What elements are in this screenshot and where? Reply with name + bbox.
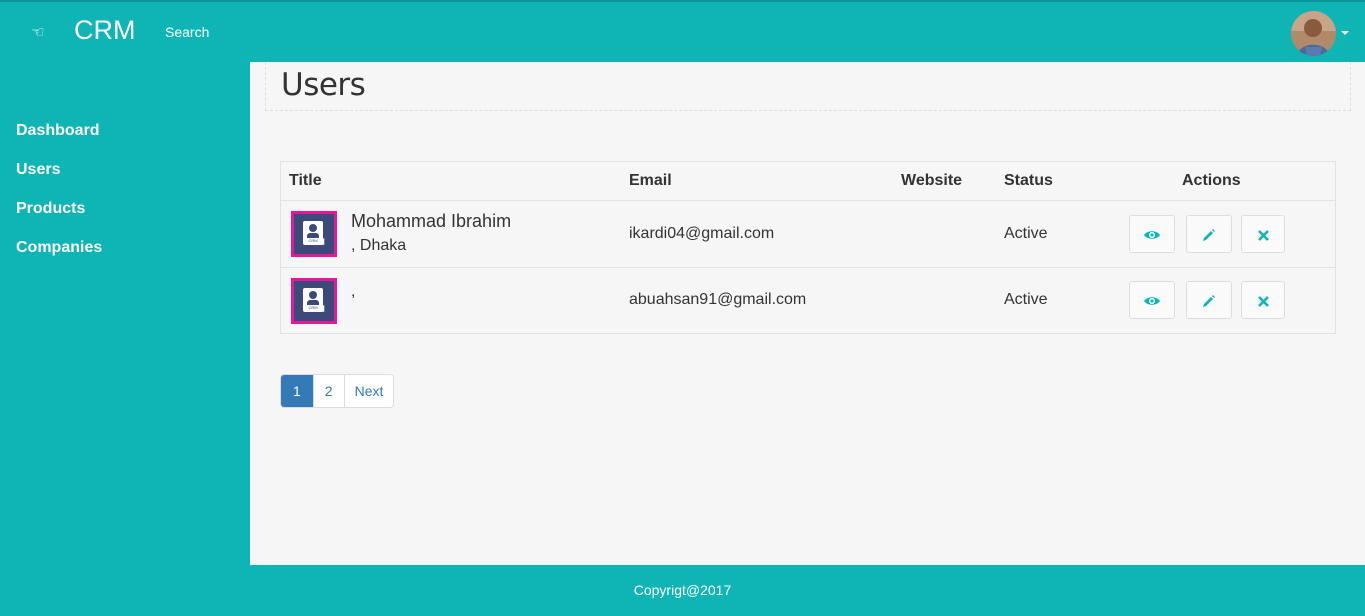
page-2-button[interactable]: 2 [312,375,344,407]
users-table: Title Email Website Status Actions CRM M… [280,161,1336,334]
page-header: Users [265,62,1351,111]
eye-icon [1144,292,1160,308]
next-page-button[interactable]: Next [343,375,394,407]
sidebar: Dashboard Users Products Companies [0,62,250,565]
column-header-status: Status [1004,172,1053,189]
user-menu[interactable] [1291,10,1349,56]
edit-button[interactable] [1186,215,1232,253]
sidebar-item-companies[interactable]: Companies [0,238,250,277]
user-name: Mohammad Ibrahim [351,211,512,231]
sidebar-item-dashboard[interactable]: Dashboard [0,121,250,160]
avatar[interactable] [1291,10,1336,56]
brand-logo[interactable]: CRM [74,15,136,46]
chevron-down-icon[interactable] [1341,31,1349,35]
pagination: 1 2 Next [280,374,395,408]
table-header-row: Title Email Website Status Actions [281,162,1335,201]
copyright-text: Copyrigt@2017 [633,582,732,598]
eye-icon [1144,226,1160,242]
close-icon [1257,292,1269,308]
user-thumbnail: CRM [291,278,337,324]
page-1-button[interactable]: 1 [281,375,313,407]
status-badge: Active [1004,225,1048,242]
delete-button[interactable] [1241,281,1285,319]
table-row: CRM Mohammad Ibrahim , Dhaka ikardi04@gm… [281,201,1335,268]
close-icon [1257,226,1269,242]
top-navbar: ☜ CRM Search [0,0,1365,62]
user-email: ikardi04@gmail.com [629,225,775,242]
column-header-title: Title [289,172,322,189]
table-row: CRM , abuahsan91@gmail.com Active [281,268,1335,334]
delete-button[interactable] [1241,215,1285,253]
page-title: Users [281,67,366,103]
pencil-icon [1202,226,1216,242]
hand-pointer-icon[interactable]: ☜ [27,22,49,44]
status-badge: Active [1004,291,1048,308]
pencil-icon [1202,292,1216,308]
sidebar-item-products[interactable]: Products [0,199,250,238]
search-link[interactable]: Search [165,24,209,40]
edit-button[interactable] [1186,281,1232,319]
column-header-website: Website [901,172,963,189]
user-location: , Dhaka [351,237,407,254]
view-button[interactable] [1129,215,1175,253]
user-location: , [351,283,356,300]
footer: Copyrigt@2017 [0,565,1365,616]
view-button[interactable] [1129,281,1175,319]
user-thumbnail: CRM [291,211,337,257]
user-email: abuahsan91@gmail.com [629,291,807,308]
column-header-actions: Actions [1182,172,1241,189]
column-header-email: Email [629,172,672,189]
sidebar-item-users[interactable]: Users [0,160,250,199]
main-content: Users Title Email Website Status Actions… [250,62,1365,565]
